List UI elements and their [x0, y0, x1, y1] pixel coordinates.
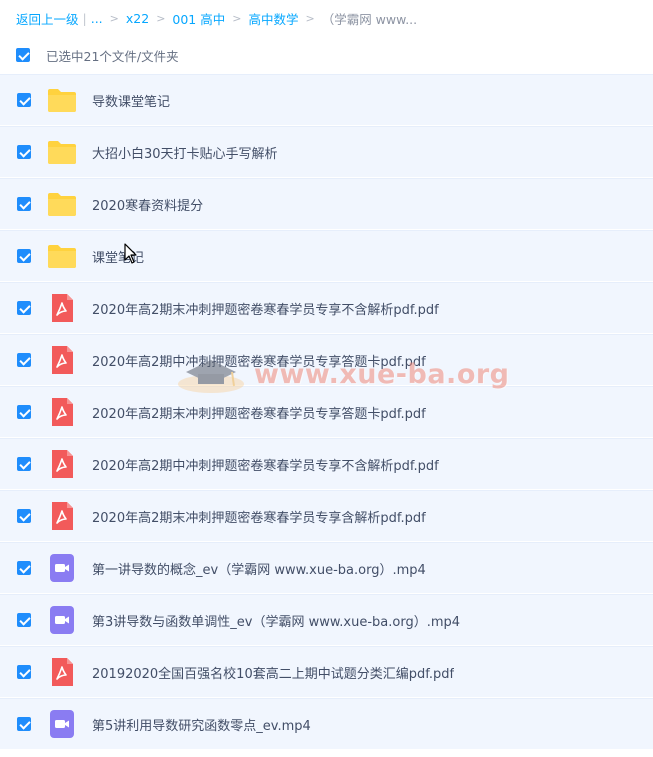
- pdf-file-icon: [46, 656, 78, 688]
- file-row[interactable]: 2020年高2期末冲刺押题密卷寒春学员专享含解析pdf.pdf: [0, 490, 653, 541]
- breadcrumb-current: （学霸网 www...: [321, 11, 418, 27]
- file-name[interactable]: 大招小白30天打卡贴心手写解析: [92, 143, 278, 162]
- file-name[interactable]: 2020年高2期末冲刺押题密卷寒春学员专享含解析pdf.pdf: [92, 507, 426, 526]
- pdf-file-icon: [46, 500, 78, 532]
- chevron-right-icon: >: [109, 11, 119, 25]
- file-row[interactable]: 第3讲导数与函数单调性_ev（学霸网 www.xue-ba.org）.mp4: [0, 594, 653, 645]
- pdf-file-icon: [46, 396, 78, 428]
- breadcrumb-divider: |: [82, 10, 87, 26]
- row-checkbox[interactable]: [17, 561, 31, 575]
- chevron-right-icon: >: [156, 11, 166, 25]
- select-all-checkbox[interactable]: [16, 48, 30, 62]
- file-row[interactable]: 第一讲导数的概念_ev（学霸网 www.xue-ba.org）.mp4: [0, 542, 653, 593]
- file-name[interactable]: 第一讲导数的概念_ev（学霸网 www.xue-ba.org）.mp4: [92, 559, 426, 578]
- row-checkbox[interactable]: [17, 93, 31, 107]
- row-checkbox[interactable]: [17, 353, 31, 367]
- row-checkbox[interactable]: [17, 197, 31, 211]
- selection-count: 已选中21个文件/文件夹: [46, 48, 179, 64]
- file-name[interactable]: 2020年高2期中冲刺押题密卷寒春学员专享不含解析pdf.pdf: [92, 455, 439, 474]
- row-checkbox[interactable]: [17, 145, 31, 159]
- back-link[interactable]: 返回上一级: [16, 9, 79, 28]
- folder-icon: [46, 136, 78, 168]
- row-checkbox[interactable]: [17, 301, 31, 315]
- breadcrumb-item-x22[interactable]: x22: [126, 11, 149, 26]
- file-row[interactable]: 导数课堂笔记: [0, 74, 653, 125]
- pdf-file-icon: [46, 292, 78, 324]
- pdf-file-icon: [46, 344, 78, 376]
- file-name[interactable]: 20192020全国百强名校10套高二上期中试题分类汇编pdf.pdf: [92, 663, 454, 682]
- row-checkbox[interactable]: [17, 509, 31, 523]
- video-file-icon: [46, 552, 78, 584]
- breadcrumb: 返回上一级 | ... > x22 > 001 高中 > 高中数学 > （学霸网…: [0, 0, 653, 36]
- file-name[interactable]: 2020年高2期末冲刺押题密卷寒春学员专享答题卡pdf.pdf: [92, 403, 426, 422]
- file-row[interactable]: 课堂笔记: [0, 230, 653, 281]
- pdf-file-icon: [46, 448, 78, 480]
- breadcrumb-ellipsis[interactable]: ...: [91, 11, 103, 26]
- file-row[interactable]: 2020年高2期中冲刺押题密卷寒春学员专享答题卡pdf.pdf: [0, 334, 653, 385]
- file-name[interactable]: 2020年高2期末冲刺押题密卷寒春学员专享不含解析pdf.pdf: [92, 299, 439, 318]
- file-row[interactable]: 2020年高2期中冲刺押题密卷寒春学员专享不含解析pdf.pdf: [0, 438, 653, 489]
- file-row[interactable]: 第5讲利用导数研究函数零点_ev.mp4: [0, 698, 653, 749]
- selection-bar: 已选中21个文件/文件夹: [0, 36, 653, 74]
- video-file-icon: [46, 708, 78, 740]
- file-name[interactable]: 2020年高2期中冲刺押题密卷寒春学员专享答题卡pdf.pdf: [92, 351, 426, 370]
- file-name[interactable]: 2020寒春资料提分: [92, 195, 203, 214]
- row-checkbox[interactable]: [17, 613, 31, 627]
- breadcrumb-item-gaozhong[interactable]: 001 高中: [172, 9, 225, 28]
- mouse-cursor-icon: [124, 243, 137, 264]
- chevron-right-icon: >: [232, 11, 242, 25]
- file-row[interactable]: 2020年高2期末冲刺押题密卷寒春学员专享答题卡pdf.pdf: [0, 386, 653, 437]
- row-checkbox[interactable]: [17, 249, 31, 263]
- row-checkbox[interactable]: [17, 457, 31, 471]
- folder-icon: [46, 240, 78, 272]
- file-name[interactable]: 第3讲导数与函数单调性_ev（学霸网 www.xue-ba.org）.mp4: [92, 611, 460, 630]
- folder-icon: [46, 188, 78, 220]
- file-list: 导数课堂笔记大招小白30天打卡贴心手写解析 2020寒春资料提分课堂笔记 2020年…: [0, 74, 653, 750]
- file-row[interactable]: 2020寒春资料提分: [0, 178, 653, 229]
- video-file-icon: [46, 604, 78, 636]
- row-checkbox[interactable]: [17, 717, 31, 731]
- row-checkbox[interactable]: [17, 665, 31, 679]
- breadcrumb-item-math[interactable]: 高中数学: [248, 9, 298, 28]
- row-checkbox[interactable]: [17, 405, 31, 419]
- folder-icon: [46, 84, 78, 116]
- file-name[interactable]: 导数课堂笔记: [92, 91, 170, 110]
- file-row[interactable]: 20192020全国百强名校10套高二上期中试题分类汇编pdf.pdf: [0, 646, 653, 697]
- file-row[interactable]: 大招小白30天打卡贴心手写解析: [0, 126, 653, 177]
- file-row[interactable]: 2020年高2期末冲刺押题密卷寒春学员专享不含解析pdf.pdf: [0, 282, 653, 333]
- file-name[interactable]: 第5讲利用导数研究函数零点_ev.mp4: [92, 715, 311, 734]
- chevron-right-icon: >: [305, 11, 315, 25]
